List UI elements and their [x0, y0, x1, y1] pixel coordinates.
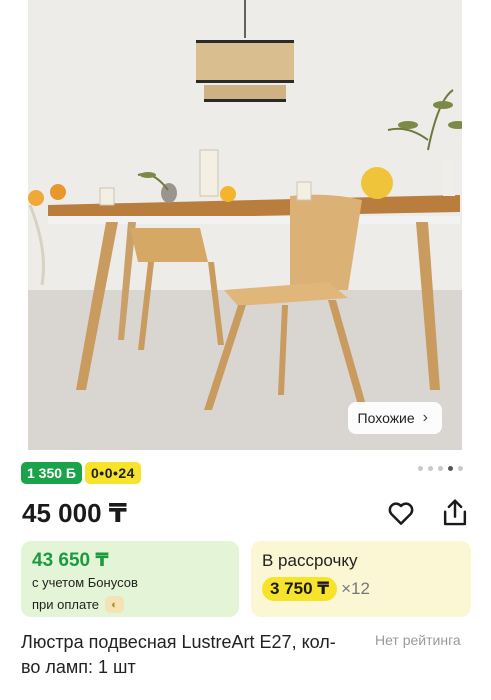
similar-button[interactable]: Похожие › — [347, 402, 442, 434]
badges-row: 1 350 Б 0•0•24 — [21, 462, 141, 484]
product-image[interactable]: Похожие › — [28, 0, 462, 450]
gallery-dot — [438, 466, 443, 471]
bonus-price: 43 650 ₸ — [32, 550, 109, 571]
similar-label: Похожие — [357, 410, 415, 426]
installment-amount: 3 750 ₸ — [262, 577, 338, 601]
bonus-payment-note: при оплате ◐ — [32, 596, 124, 613]
share-icon[interactable] — [440, 497, 470, 529]
gallery-pagination — [418, 466, 463, 471]
chevron-right-icon: › — [422, 409, 428, 426]
rating-status[interactable]: Нет рейтинга — [375, 632, 461, 648]
installment-title: В рассрочку — [262, 551, 358, 570]
bonus-note: с учетом Бонусов — [32, 575, 138, 590]
heart-icon[interactable] — [386, 498, 416, 528]
bonus-payment-label: при оплате — [32, 597, 99, 612]
installment-card[interactable]: В рассрочку 3 750 ₸ ×12 — [251, 541, 471, 617]
gallery-dot — [418, 466, 423, 471]
installment-badge: 0•0•24 — [85, 462, 141, 484]
gallery-dot — [428, 466, 433, 471]
bonus-badge: 1 350 Б — [21, 462, 82, 484]
product-title: Люстра подвесная LustreArt E27, кол-во л… — [21, 632, 336, 677]
gallery-dot — [458, 466, 463, 471]
bank-logo-icon: ◐ — [104, 596, 124, 613]
bonus-price-card[interactable]: 43 650 ₸ с учетом Бонусов при оплате ◐ — [21, 541, 239, 617]
price: 45 000 ₸ — [22, 498, 127, 528]
gallery-dot-active — [448, 466, 453, 471]
installment-multiplier: ×12 — [341, 579, 370, 598]
installment-row: 3 750 ₸ ×12 — [262, 577, 370, 601]
